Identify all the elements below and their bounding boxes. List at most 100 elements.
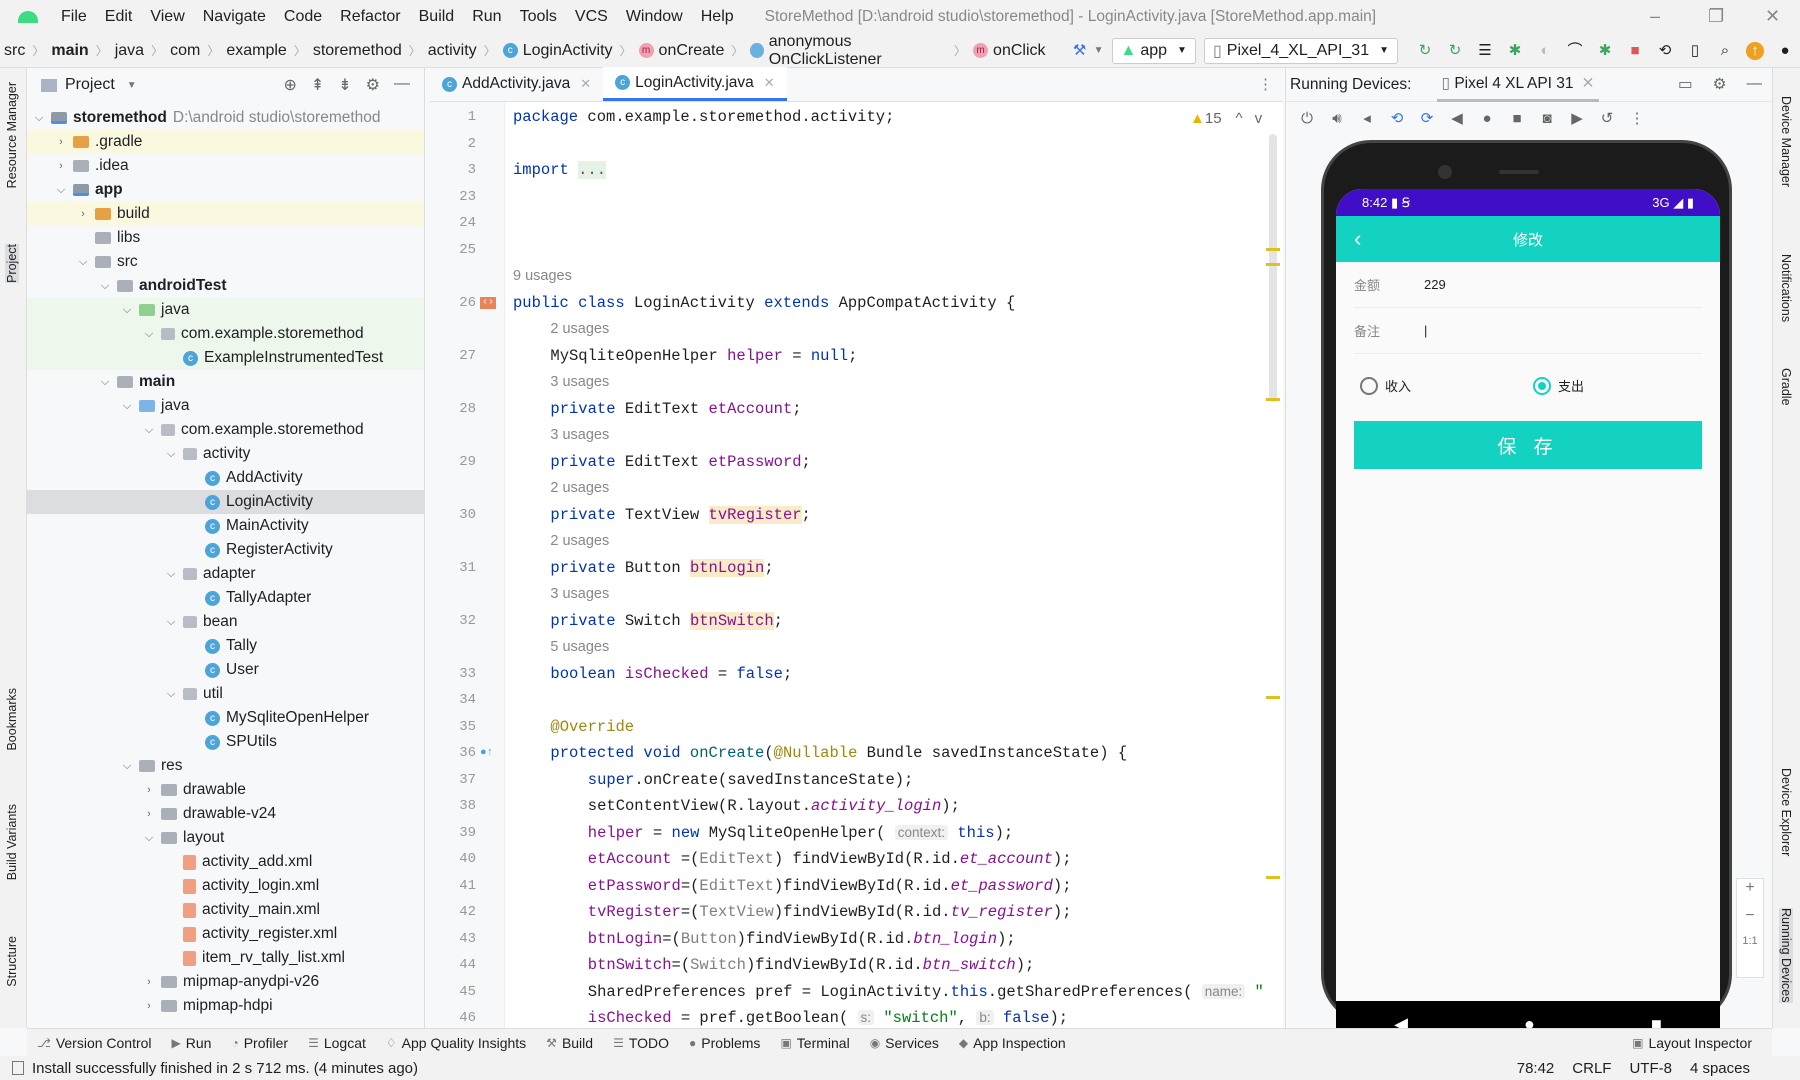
bookmarks-tab[interactable]: Bookmarks — [5, 688, 19, 751]
tree-item[interactable]: activity_add.xml — [27, 850, 424, 874]
restore-button[interactable]: ❐ — [1708, 6, 1724, 27]
toolwindow-app-inspection[interactable]: ◆ App Inspection — [949, 1035, 1076, 1051]
file-encoding[interactable]: UTF-8 — [1629, 1060, 1672, 1077]
tree-item[interactable]: c LoginActivity — [27, 490, 424, 514]
breadcrumb-item[interactable]: src — [0, 42, 29, 60]
running-devices-tab[interactable]: Running Devices — [1779, 908, 1793, 1003]
radio-income[interactable]: 收入 — [1360, 376, 1533, 395]
indent-setting[interactable]: 4 spaces — [1690, 1060, 1750, 1077]
chevron-right-icon[interactable]: › — [141, 784, 157, 796]
chevron-right-icon[interactable]: › — [53, 160, 69, 172]
tree-item[interactable]: ⌵ activity — [27, 442, 424, 466]
zoom-out-button[interactable]: − — [1745, 907, 1754, 925]
warning-marker[interactable] — [1266, 398, 1280, 401]
chevron-down-icon[interactable]: ⌵ — [53, 184, 69, 197]
menu-view[interactable]: View — [141, 8, 193, 26]
save-button[interactable]: 保 存 — [1354, 421, 1702, 469]
tree-item[interactable]: ⌵ java — [27, 298, 424, 322]
hide-panel-icon[interactable]: — — [1747, 75, 1763, 94]
menu-run[interactable]: Run — [463, 8, 510, 26]
tree-item[interactable]: ⌵ androidTest — [27, 274, 424, 298]
usages-link[interactable]: 3 usages — [550, 427, 609, 443]
screenshot-camera-icon[interactable]: ◙ — [1538, 110, 1556, 128]
overview-icon[interactable]: ■ — [1508, 110, 1526, 128]
build-variants-tab[interactable]: Build Variants — [5, 804, 19, 880]
expand-all-icon[interactable]: ⇞ — [311, 75, 324, 95]
minimize-button[interactable]: – — [1650, 6, 1660, 27]
tree-item[interactable]: c TallyAdapter — [27, 586, 424, 610]
chevron-down-icon[interactable]: ⌵ — [163, 688, 179, 701]
override-gutter-icon[interactable]: ●↑ — [480, 740, 493, 766]
collapse-all-icon[interactable]: ⇟ — [338, 75, 351, 95]
close-tab-icon[interactable]: ✕ — [764, 75, 775, 91]
menu-tools[interactable]: Tools — [511, 8, 566, 26]
chevron-down-icon[interactable]: ⌵ — [97, 280, 113, 293]
tree-item[interactable]: c ExampleInstrumentedTest — [27, 346, 424, 370]
chevron-right-icon[interactable]: › — [141, 1000, 157, 1012]
tree-item[interactable]: ⌵ storemethod D:\android studio\storemetho… — [27, 106, 424, 130]
tree-item[interactable]: › drawable — [27, 778, 424, 802]
tree-item[interactable]: ⌵ src — [27, 250, 424, 274]
power-icon[interactable]: ⏻ — [1298, 110, 1316, 128]
breadcrumb-class[interactable]: c LoginActivity — [499, 42, 617, 60]
warning-marker[interactable] — [1266, 263, 1280, 266]
breadcrumb-item[interactable]: example — [222, 42, 290, 60]
toolwindow-services[interactable]: ◉ Services — [860, 1035, 949, 1051]
tree-item[interactable]: c User — [27, 658, 424, 682]
chevron-right-icon[interactable]: › — [141, 808, 157, 820]
tree-item[interactable]: › mipmap-anydpi-v26 — [27, 970, 424, 994]
usages-link[interactable]: 2 usages — [550, 480, 609, 496]
caret-position[interactable]: 78:42 — [1517, 1060, 1555, 1077]
toolwindow-build[interactable]: ⚒ Build — [536, 1035, 603, 1051]
chevron-right-icon[interactable]: › — [53, 136, 69, 148]
usages-link[interactable]: 9 usages — [513, 268, 572, 284]
zoom-in-button[interactable]: + — [1745, 879, 1754, 897]
chevron-down-icon[interactable]: ⌵ — [141, 832, 157, 845]
tree-item[interactable]: c SPUtils — [27, 730, 424, 754]
volume-up-icon[interactable]: 🔊︎ — [1328, 110, 1346, 128]
more-options-icon[interactable]: ⋮ — [1628, 110, 1646, 128]
layout-inspector-button[interactable]: ▣ Layout Inspector — [1622, 1035, 1762, 1051]
menu-vcs[interactable]: VCS — [566, 8, 617, 26]
breadcrumb-item[interactable]: storemethod — [309, 42, 406, 60]
back-icon[interactable]: ◀ — [1448, 110, 1466, 128]
debug-icon[interactable]: ✱ — [1506, 42, 1524, 60]
tree-item[interactable]: › drawable-v24 — [27, 802, 424, 826]
chevron-down-icon[interactable]: ⌵ — [75, 256, 91, 269]
line-separator[interactable]: CRLF — [1572, 1060, 1611, 1077]
menu-refactor[interactable]: Refactor — [331, 8, 409, 26]
sync-gradle-icon[interactable]: ⟲ — [1656, 42, 1674, 60]
tree-item[interactable]: › mipmap-hdpi — [27, 994, 424, 1018]
apply-changes-restart-icon[interactable]: ↻ — [1416, 42, 1434, 60]
tree-item[interactable]: ⌵ bean — [27, 610, 424, 634]
phone-screen[interactable]: 8:42 ▮ Ꞩ 3G ◢ ▮ ‹ 修改 金额 229 备注 | 收入 支出 保 存 — [1336, 189, 1720, 1001]
settings-gear-icon[interactable]: ⚙ — [366, 75, 380, 95]
locate-file-icon[interactable]: ⊕ — [283, 75, 296, 95]
tree-item[interactable]: activity_main.xml — [27, 898, 424, 922]
zoom-actual-size-button[interactable]: 1:1 — [1742, 935, 1757, 947]
menu-help[interactable]: Help — [692, 8, 743, 26]
menu-build[interactable]: Build — [410, 8, 464, 26]
next-highlight-icon[interactable]: v — [1255, 110, 1263, 127]
volume-down-icon[interactable]: ◂ — [1358, 110, 1376, 128]
attach-debugger-icon[interactable]: ✱ — [1596, 42, 1614, 60]
menu-code[interactable]: Code — [275, 8, 331, 26]
toolwindow-terminal[interactable]: ▣ Terminal — [770, 1035, 859, 1051]
tree-item[interactable]: activity_register.xml — [27, 922, 424, 946]
radio-expense[interactable]: 支出 — [1533, 376, 1584, 395]
breadcrumb-inner-method[interactable]: m onClick — [969, 42, 1049, 60]
tree-item[interactable]: ⌵ layout — [27, 826, 424, 850]
tree-item[interactable]: ⌵ util — [27, 682, 424, 706]
screen-record-icon[interactable]: ▶ — [1568, 110, 1586, 128]
menu-window[interactable]: Window — [617, 8, 692, 26]
chevron-down-icon[interactable]: ⌵ — [31, 112, 47, 125]
usages-link[interactable]: 3 usages — [550, 374, 609, 390]
tree-item[interactable]: › build — [27, 202, 424, 226]
amount-input[interactable]: 229 — [1424, 277, 1446, 292]
usages-link[interactable]: 2 usages — [550, 533, 609, 549]
usages-link[interactable]: 2 usages — [550, 321, 609, 337]
toolwindow-profiler[interactable]: ◔ Profiler — [221, 1035, 298, 1051]
breadcrumb-item[interactable]: activity — [424, 42, 481, 60]
chevron-right-icon[interactable]: › — [75, 208, 91, 220]
tree-item[interactable]: ⌵ adapter — [27, 562, 424, 586]
